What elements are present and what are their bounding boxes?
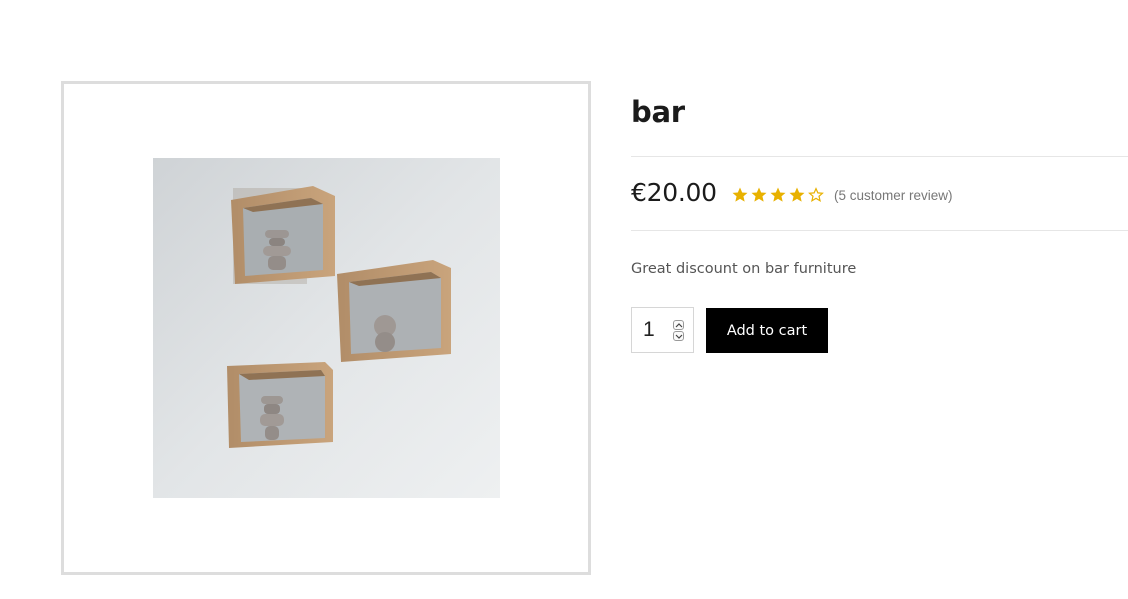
wall-shelves-photo	[153, 158, 500, 498]
product-description: Great discount on bar furniture	[631, 261, 857, 277]
quantity-increment-button[interactable]	[673, 320, 684, 330]
star-empty-icon	[808, 187, 824, 203]
customer-review-link[interactable]: (5 customer review)	[834, 188, 953, 203]
product-rating: (5 customer review)	[731, 184, 953, 206]
star-filled-icon	[789, 187, 805, 202]
star-filled-icon	[770, 187, 786, 202]
product-summary: bar €20.00 (5 customer review) Great dis…	[631, 0, 1128, 599]
product-image[interactable]	[153, 158, 500, 498]
product-price: €20.00	[631, 178, 717, 207]
star-filled-icon	[732, 187, 748, 202]
chevron-down-icon	[675, 334, 683, 339]
quantity-decrement-button[interactable]	[673, 331, 684, 341]
rating-stars	[731, 186, 825, 204]
quantity-spinner	[673, 320, 685, 342]
divider	[631, 230, 1128, 231]
product-gallery	[61, 81, 591, 575]
product-title: bar	[631, 95, 685, 129]
add-to-cart-button[interactable]: Add to cart	[706, 308, 828, 353]
star-filled-icon	[751, 187, 767, 202]
quantity-input[interactable]: 1	[643, 317, 655, 343]
quantity-stepper[interactable]: 1	[631, 307, 694, 353]
divider	[631, 156, 1128, 157]
chevron-up-icon	[675, 323, 683, 328]
